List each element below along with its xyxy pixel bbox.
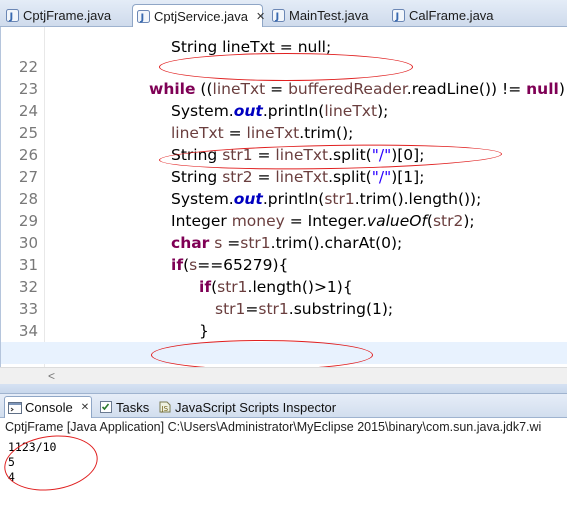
svg-text:J: J — [395, 12, 400, 23]
js-inspector-icon: JS — [158, 400, 172, 414]
java-file-icon: J — [392, 9, 405, 22]
code-line-23: 23 System.out.println(lineTxt); — [18, 80, 389, 120]
close-icon[interactable]: ✕ — [256, 10, 265, 23]
panel-separator — [0, 384, 567, 394]
code-line-34: 34 } — [18, 322, 197, 362]
tab-cptjframe[interactable]: J CptjFrame.java — [2, 4, 111, 27]
horizontal-scrollbar[interactable]: < — [0, 367, 567, 384]
java-file-icon: J — [137, 10, 150, 23]
console-output[interactable]: CptjFrame [Java Application] C:\Users\Ad… — [0, 418, 567, 519]
code-line-22: 22 while ((lineTxt = bufferedReader.read… — [18, 58, 565, 98]
tab-javascript-inspector[interactable]: JS JavaScript Scripts Inspector — [155, 396, 336, 418]
code-editor[interactable]: String lineTxt = null; 22 while ((lineTx… — [0, 27, 567, 367]
svg-text:J: J — [275, 12, 280, 23]
close-icon[interactable]: ✕ — [81, 402, 89, 413]
tab-calframe[interactable]: J CalFrame.java — [388, 4, 494, 27]
console-line: 4 — [8, 470, 15, 484]
code-line-27: 27 System.out.println(str1.trim().length… — [18, 168, 482, 208]
tab-label: JavaScript Scripts Inspector — [175, 399, 337, 415]
java-file-icon: J — [6, 9, 19, 22]
tab-tasks[interactable]: Tasks — [96, 396, 149, 418]
tab-maintest[interactable]: J MainTest.java — [268, 4, 368, 27]
code-line-30: 30 if(s==65279){ — [18, 234, 289, 274]
code-line-29: 29 char s =str1.trim().charAt(0); — [18, 212, 403, 252]
code-line-28: 28 Integer money = Integer.valueOf(str2)… — [18, 190, 475, 230]
tab-cptjservice[interactable]: J CptjService.java ✕ — [132, 4, 265, 28]
code-line-33: 33 } — [18, 300, 209, 340]
tab-label: Console — [25, 400, 73, 415]
tab-label: CalFrame.java — [409, 8, 494, 23]
java-file-icon: J — [272, 9, 285, 22]
code-line-35: 35 int lll = str1.length(); — [1, 320, 567, 367]
code-line-32: 32 str1=str1.substring(1); — [18, 278, 394, 318]
tab-console[interactable]: Console ✕ — [4, 396, 92, 418]
tasks-icon — [99, 400, 113, 414]
code-line-36: 36 System.out.println(lll); — [1, 342, 567, 367]
editor-tab-bar: J CptjFrame.java J CptjService.java ✕ J … — [0, 0, 567, 28]
code-line-25: 25 String str1 = lineTxt.split("/")[0]; — [18, 124, 425, 164]
tab-label: Tasks — [116, 399, 150, 415]
console-line: 5 — [8, 455, 15, 469]
tab-label: CptjService.java — [154, 9, 248, 24]
svg-text:JS: JS — [161, 405, 169, 413]
console-line: 1123/10 — [8, 440, 57, 454]
svg-text:J: J — [9, 12, 14, 23]
console-icon — [8, 401, 22, 415]
views-tab-bar: Console ✕ Tasks JS JavaScript Scripts In… — [0, 394, 567, 418]
tab-label: CptjFrame.java — [23, 8, 112, 23]
svg-text:J: J — [140, 13, 145, 24]
code-line-26: 26 String str2 = lineTxt.split("/")[1]; — [18, 146, 425, 186]
scroll-left-arrow[interactable]: < — [48, 369, 55, 383]
tab-label: MainTest.java — [289, 8, 369, 23]
code-line-31: 31 if(str1.length()>1){ — [18, 256, 353, 296]
code-line-24: 24 lineTxt = lineTxt.trim(); — [18, 102, 354, 142]
console-header: CptjFrame [Java Application] C:\Users\Ad… — [5, 420, 542, 434]
